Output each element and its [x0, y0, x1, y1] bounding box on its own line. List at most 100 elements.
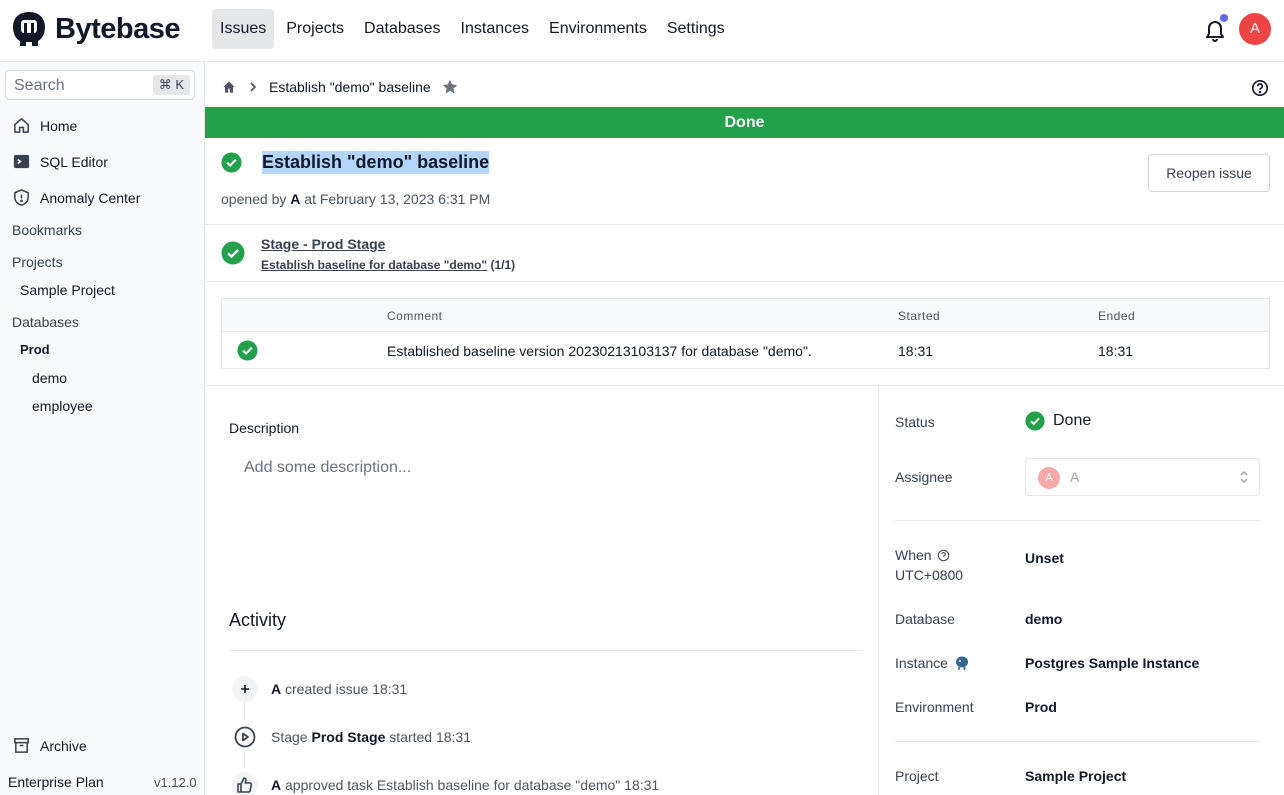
nav-databases[interactable]: Databases	[356, 9, 449, 49]
status-banner: Done	[205, 107, 1284, 138]
nav-settings[interactable]: Settings	[659, 9, 733, 49]
assignee-label: Assignee	[895, 469, 953, 485]
environment-value[interactable]: Prod	[1025, 699, 1057, 715]
opened-by-text: opened by A at February 13, 2023 6:31 PM	[221, 191, 491, 207]
project-value[interactable]: Sample Project	[1025, 768, 1126, 784]
instance-value[interactable]: Postgres Sample Instance	[1025, 655, 1199, 671]
assignee-name: A	[1070, 469, 1080, 485]
project-label: Project	[895, 768, 939, 784]
activity-item: Stage Prod Stage started 18:31	[271, 729, 472, 745]
column-header-started: Started	[898, 309, 941, 323]
plan-label[interactable]: Enterprise Plan	[8, 774, 104, 790]
search-input[interactable]: Search ⌘ K	[5, 70, 195, 100]
assignee-select[interactable]: A A	[1025, 458, 1260, 496]
stage-check-icon	[221, 241, 245, 270]
version-label: v1.12.0	[154, 775, 197, 790]
sidebar-env-prod[interactable]: Prod	[20, 342, 50, 357]
search-shortcut: ⌘ K	[152, 75, 190, 95]
sidebar-item-sql-editor[interactable]: SQL Editor	[12, 152, 108, 171]
sidebar-project-sample[interactable]: Sample Project	[20, 282, 115, 298]
stage-task-count: (1/1)	[490, 258, 516, 272]
divider	[895, 520, 1260, 521]
home-icon[interactable]	[221, 79, 237, 95]
when-label: When	[895, 547, 950, 563]
environment-label: Environment	[895, 699, 974, 715]
databases-label[interactable]: Databases	[12, 314, 79, 330]
done-check-icon	[221, 152, 242, 178]
sidebar-item-archive[interactable]: Archive	[12, 736, 87, 755]
help-icon[interactable]	[937, 549, 950, 562]
table-header: Comment Started Ended	[222, 299, 1269, 332]
divider	[205, 281, 1284, 282]
status-value: Done	[1025, 411, 1091, 431]
nav-projects[interactable]: Projects	[278, 9, 352, 49]
sidebar-item-anomaly-center[interactable]: Anomaly Center	[12, 188, 140, 207]
play-circle-icon	[232, 724, 258, 750]
star-icon[interactable]	[441, 78, 459, 96]
terminal-icon	[13, 154, 30, 169]
divider	[229, 650, 863, 651]
when-value[interactable]: Unset	[1025, 550, 1064, 566]
stage-name-link[interactable]: Stage - Prod Stage	[261, 236, 385, 252]
divider	[205, 224, 1284, 225]
task-ended: 18:31	[1098, 343, 1134, 359]
column-header-comment: Comment	[387, 309, 443, 323]
projects-label[interactable]: Projects	[12, 254, 63, 270]
activity-item: A approved task Establish baseline for d…	[271, 777, 660, 793]
breadcrumb-title: Establish "demo" baseline	[269, 79, 431, 95]
notification-dot	[1220, 14, 1228, 22]
bookmarks-label[interactable]: Bookmarks	[12, 222, 82, 238]
task-run-table: Comment Started Ended Established baseli…	[221, 298, 1270, 369]
issue-title[interactable]: Establish "demo" baseline	[262, 151, 490, 174]
search-placeholder: Search	[14, 77, 65, 94]
sidebar-db-demo[interactable]: demo	[32, 370, 67, 386]
task-success-icon	[237, 340, 258, 366]
reopen-issue-button[interactable]: Reopen issue	[1148, 154, 1270, 192]
sidebar-item-label: SQL Editor	[40, 153, 108, 170]
sidebar: Search ⌘ K Home SQL Editor Anomaly Cente…	[0, 62, 205, 795]
divider	[205, 385, 1284, 386]
activity-title: Activity	[229, 610, 287, 630]
nav-issues[interactable]: Issues	[212, 9, 275, 49]
stage-task: Establish baseline for database "demo" (…	[261, 258, 515, 272]
sidebar-item-label: Anomaly Center	[40, 189, 141, 206]
status-label: Status	[895, 414, 935, 430]
sidebar-item-label: Archive	[40, 737, 87, 754]
nav-instances[interactable]: Instances	[453, 9, 537, 49]
when-timezone: UTC+0800	[895, 567, 964, 583]
notification-bell-icon[interactable]	[1204, 18, 1226, 47]
assignee-avatar: A	[1038, 467, 1060, 489]
stage-task-link[interactable]: Establish baseline for database "demo"	[261, 258, 487, 272]
sidebar-item-label: Home	[40, 117, 78, 134]
main-content: Establish "demo" baseline Done Establish…	[205, 62, 1284, 795]
task-comment: Established baseline version 20230213103…	[387, 343, 812, 359]
thumbs-up-icon	[232, 772, 258, 795]
database-label: Database	[895, 611, 955, 627]
activity-connector	[244, 750, 245, 768]
done-check-icon	[1025, 411, 1045, 431]
activity-item: A created issue 18:31	[271, 681, 408, 697]
opened-by-user: A	[290, 191, 301, 207]
breadcrumb: Establish "demo" baseline	[221, 78, 459, 96]
sidebar-db-employee[interactable]: employee	[32, 398, 93, 414]
postgres-icon	[955, 656, 968, 671]
bytebase-logo[interactable]: Bytebase	[11, 10, 180, 48]
app-name: Bytebase	[55, 12, 180, 45]
description-textarea[interactable]: Add some description...	[244, 459, 411, 477]
divider	[895, 741, 1260, 742]
user-avatar[interactable]: A	[1239, 13, 1271, 45]
home-icon	[14, 118, 29, 133]
chevron-up-down-icon	[1240, 470, 1248, 484]
sidebar-item-home[interactable]: Home	[12, 116, 77, 135]
archive-icon	[14, 738, 29, 753]
status-text: Done	[1053, 412, 1092, 429]
main-nav: Issues Projects Databases Instances Envi…	[212, 9, 733, 49]
instance-label: Instance	[895, 655, 970, 671]
nav-environments[interactable]: Environments	[541, 9, 655, 49]
help-icon[interactable]	[1251, 79, 1269, 102]
shield-icon	[14, 189, 29, 206]
column-header-ended: Ended	[1098, 309, 1136, 323]
database-value[interactable]: demo	[1025, 611, 1062, 627]
plus-icon	[232, 676, 258, 702]
top-navbar: Bytebase Issues Projects Databases Insta…	[0, 0, 1284, 62]
